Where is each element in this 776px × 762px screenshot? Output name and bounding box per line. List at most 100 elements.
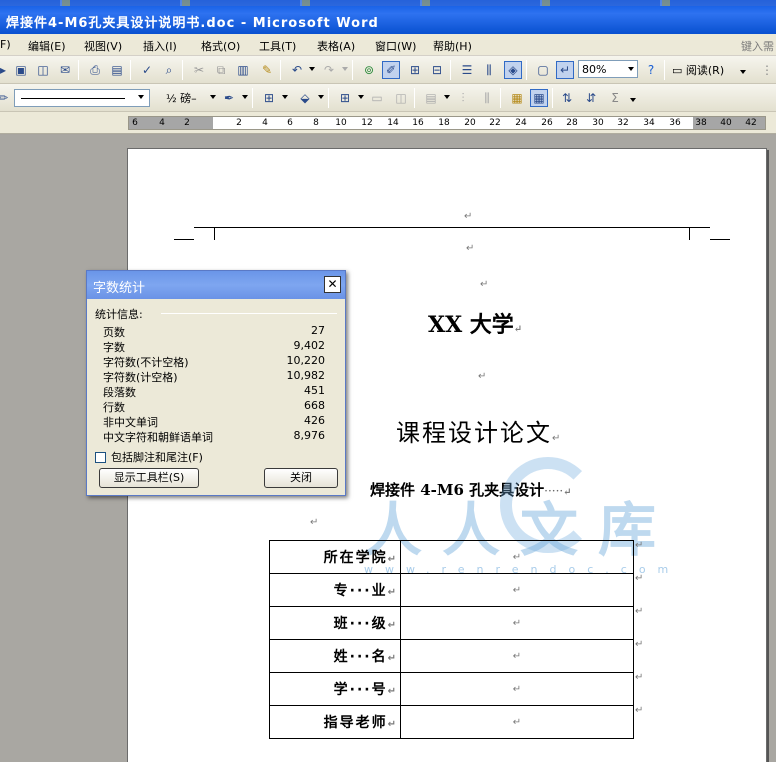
spelling-icon[interactable]: ✓ <box>138 61 156 79</box>
major-value-cell[interactable]: ↵ <box>400 573 634 607</box>
border-color-icon[interactable]: ✒ <box>220 89 238 107</box>
format-painter-icon[interactable]: ✎ <box>258 61 276 79</box>
border-dropdown-icon[interactable] <box>282 95 288 99</box>
border-icon[interactable]: ⊞ <box>260 89 278 107</box>
ruler-tick-label: 4 <box>262 118 268 128</box>
table-label-cell[interactable]: 专···业↵ <box>269 573 401 607</box>
class-label: 班···级 <box>333 616 388 632</box>
university-heading: XX 大学↵ <box>428 307 522 339</box>
document-map-icon[interactable]: ◈ <box>504 61 522 79</box>
shading-dropdown-icon[interactable] <box>318 95 324 99</box>
toolbar-options-icon[interactable] <box>740 70 746 74</box>
help-icon[interactable]: ? <box>642 61 660 79</box>
advisor-value-cell[interactable]: ↵ <box>400 705 634 739</box>
folder-icon[interactable]: ▸ <box>0 61 12 79</box>
copy-icon[interactable]: ⧉ <box>212 61 230 79</box>
table-label-cell[interactable]: 姓···名↵ <box>269 639 401 673</box>
tables-borders-icon[interactable]: ✐ <box>382 61 400 79</box>
ruler-tick-label: 4 <box>159 118 165 128</box>
book-icon: ▭ <box>672 64 686 77</box>
name-value-cell[interactable]: ↵ <box>400 639 634 673</box>
stat-label: 字符数(计空格) <box>103 371 178 384</box>
class-value-cell[interactable]: ↵ <box>400 606 634 640</box>
undo-icon[interactable]: ↶ <box>288 61 306 79</box>
thumbnail-icon[interactable]: ▢ <box>534 61 552 79</box>
horizontal-ruler[interactable]: 6 4 2 2 4 6 8 10 12 14 16 18 20 22 24 26… <box>0 112 776 134</box>
border-color-dropdown-icon[interactable] <box>242 95 248 99</box>
ruler-tick-label: 24 <box>515 118 527 128</box>
show-hide-icon[interactable]: ↵ <box>556 61 574 79</box>
menu-table[interactable]: 表格(A) <box>317 38 355 54</box>
distribute-columns-icon[interactable]: ⫼ <box>478 89 496 107</box>
save-icon[interactable]: ▣ <box>12 61 30 79</box>
redo-dropdown-icon[interactable] <box>342 67 348 71</box>
shading-icon[interactable]: ⬙ <box>296 89 314 107</box>
insert-table-dropdown-icon[interactable] <box>358 95 364 99</box>
zoom-dropdown-icon[interactable] <box>628 67 634 71</box>
cut-icon[interactable]: ✂ <box>190 61 208 79</box>
insert-table-2-icon[interactable]: ⊞ <box>336 89 354 107</box>
sort-ascending-icon[interactable]: ⇅ <box>558 89 576 107</box>
row-end-mark: ↵ <box>635 606 644 617</box>
menu-view[interactable]: 视图(V) <box>84 38 122 54</box>
align-icon[interactable]: ▤ <box>422 89 440 107</box>
help-question-box[interactable]: 键入需 <box>741 38 774 54</box>
line-weight-select[interactable]: ½ 磅– <box>166 90 197 106</box>
undo-dropdown-icon[interactable] <box>309 67 315 71</box>
stat-label: 字数 <box>103 341 125 354</box>
autosum-icon[interactable]: Σ <box>606 89 624 107</box>
table-label-cell[interactable]: 指导老师↵ <box>269 705 401 739</box>
table-autoformat-icon[interactable]: ▦ <box>508 89 526 107</box>
menu-tools[interactable]: 工具(T) <box>259 38 296 54</box>
title-bar[interactable]: 焊接件4-M6孔夹具设计说明书.doc - Microsoft Word <box>0 0 776 34</box>
separator <box>664 60 665 80</box>
distribute-rows-icon[interactable]: ⫶ <box>454 89 472 107</box>
research-icon[interactable]: ⌕ <box>160 61 178 79</box>
draw-table-icon[interactable]: ✏ <box>0 89 12 107</box>
permission-icon[interactable]: ◫ <box>34 61 52 79</box>
close-icon[interactable]: ✕ <box>324 276 341 293</box>
align-dropdown-icon[interactable] <box>444 95 450 99</box>
print-preview-icon[interactable]: ▤ <box>108 61 126 79</box>
include-footnotes-checkbox[interactable] <box>95 452 106 463</box>
separator <box>182 60 183 80</box>
include-footnotes-option[interactable]: 包括脚注和尾注(F) <box>95 449 203 465</box>
menu-file[interactable]: F) <box>0 38 11 51</box>
menu-help[interactable]: 帮助(H) <box>433 38 472 54</box>
toolbar-overflow-icon[interactable]: ⋮ <box>758 61 776 79</box>
close-button[interactable]: 关闭 <box>264 468 338 488</box>
show-gridlines-icon[interactable]: ▦ <box>530 89 548 107</box>
print-icon[interactable]: ⎙ <box>86 61 104 79</box>
line-style-dropdown-icon[interactable] <box>138 95 144 99</box>
menu-window[interactable]: 窗口(W) <box>375 38 416 54</box>
sort-descending-icon[interactable]: ⇵ <box>582 89 600 107</box>
menu-insert[interactable]: 插入(I) <box>143 38 177 54</box>
merge-cells-icon[interactable]: ▭ <box>368 89 386 107</box>
menu-format[interactable]: 格式(O) <box>201 38 240 54</box>
line-weight-dropdown-icon[interactable] <box>210 95 216 99</box>
table-label-cell[interactable]: 班···级↵ <box>269 606 401 640</box>
toolbar2-options-icon[interactable] <box>630 98 636 102</box>
show-toolbar-button[interactable]: 显示工具栏(S) <box>99 468 199 488</box>
paste-icon[interactable]: ▥ <box>234 61 252 79</box>
paragraph-mark: ↵ <box>513 324 523 335</box>
redo-icon[interactable]: ↷ <box>320 61 338 79</box>
email-icon[interactable]: ✉ <box>56 61 74 79</box>
dialog-title-bar[interactable]: 字数统计 ✕ <box>87 271 345 299</box>
table-row: 指导老师↵ ↵ <box>269 705 634 739</box>
ruler-tick-label: 6 <box>287 118 293 128</box>
student-id-value-cell[interactable]: ↵ <box>400 672 634 706</box>
line-style-select[interactable] <box>14 89 150 107</box>
insert-excel-icon[interactable]: ⊟ <box>428 61 446 79</box>
table-label-cell[interactable]: 学···号↵ <box>269 672 401 706</box>
drawing-icon[interactable]: ⫼ <box>480 61 498 79</box>
table-label-cell[interactable]: 所在学院↵ <box>269 540 401 574</box>
stat-label: 中文字符和朝鲜语单词 <box>103 431 213 444</box>
college-value-cell[interactable]: ↵ <box>400 540 634 574</box>
insert-table-icon[interactable]: ⊞ <box>406 61 424 79</box>
split-cells-icon[interactable]: ◫ <box>392 89 410 107</box>
read-button[interactable]: ▭ 阅读(R) <box>672 62 724 78</box>
columns-icon[interactable]: ☰ <box>458 61 476 79</box>
hyperlink-icon[interactable]: ⊚ <box>360 61 378 79</box>
menu-edit[interactable]: 编辑(E) <box>28 38 66 54</box>
